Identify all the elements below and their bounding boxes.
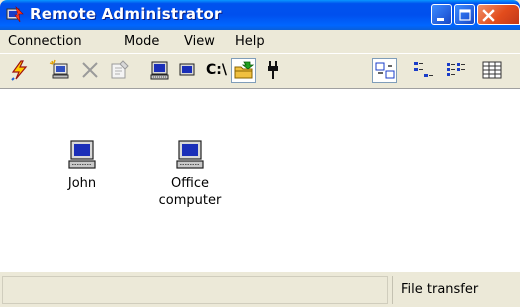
view-only-icon — [179, 63, 195, 76]
file-transfer-icon — [234, 61, 255, 79]
close-button[interactable] — [477, 4, 520, 25]
status-mode-text: File transfer — [401, 282, 479, 297]
menu-bar: Connection Mode View Help — [0, 30, 520, 53]
details-icon — [482, 61, 502, 79]
connection-item[interactable]: John — [52, 139, 112, 192]
delete-icon — [82, 62, 98, 78]
list-button[interactable] — [444, 58, 468, 82]
connection-item[interactable]: Office computer — [150, 139, 230, 209]
toolbar: C:\ — [0, 53, 520, 88]
view-only-button[interactable] — [175, 58, 199, 82]
telnet-icon: C:\ — [206, 62, 227, 78]
large-icons-button[interactable] — [372, 58, 397, 83]
add-connection-button[interactable] — [48, 58, 72, 82]
maximize-button[interactable] — [454, 4, 475, 25]
computer-icon — [68, 140, 96, 169]
delete-button[interactable] — [78, 58, 102, 82]
file-transfer-button[interactable] — [231, 58, 256, 83]
menu-help[interactable]: Help — [235, 34, 265, 49]
details-button[interactable] — [480, 58, 504, 82]
menu-mode[interactable]: Mode — [124, 34, 159, 49]
status-pane-empty — [2, 276, 388, 304]
small-icons-button[interactable] — [411, 58, 435, 82]
computer-name-line2: computer — [158, 193, 222, 208]
computer-icon — [176, 140, 204, 169]
computer-name: Office computer — [150, 175, 230, 209]
close-icon — [482, 9, 495, 22]
computer-name-line1: Office — [171, 176, 209, 191]
minimize-icon — [437, 18, 444, 21]
full-control-icon — [150, 61, 169, 80]
shutdown-button[interactable] — [261, 58, 285, 82]
list-icon — [447, 63, 465, 76]
properties-icon — [111, 60, 129, 79]
small-icons-icon — [414, 62, 433, 77]
window-title: Remote Administrator — [30, 5, 222, 23]
menu-view[interactable]: View — [184, 34, 215, 49]
status-bar: File transfer — [0, 271, 520, 307]
maximize-icon — [459, 9, 471, 21]
title-bar[interactable]: Remote Administrator — [0, 0, 520, 30]
add-connection-icon — [49, 59, 69, 79]
properties-button[interactable] — [108, 58, 132, 82]
remote-admin-app-icon — [6, 6, 24, 23]
app-window: Remote Administrator Connection Mode Vie… — [0, 0, 520, 307]
connect-icon — [11, 60, 28, 81]
full-control-button[interactable] — [148, 58, 172, 82]
minimize-button[interactable] — [431, 4, 452, 25]
connect-button[interactable] — [8, 58, 32, 82]
status-pane-mode: File transfer — [392, 276, 520, 304]
computer-name: John — [67, 176, 97, 191]
telnet-button[interactable]: C:\ — [203, 58, 229, 82]
shutdown-icon — [268, 61, 278, 79]
menu-connection[interactable]: Connection — [8, 34, 82, 49]
large-icons-icon — [375, 62, 395, 79]
connections-view: John Office computer — [0, 88, 520, 272]
